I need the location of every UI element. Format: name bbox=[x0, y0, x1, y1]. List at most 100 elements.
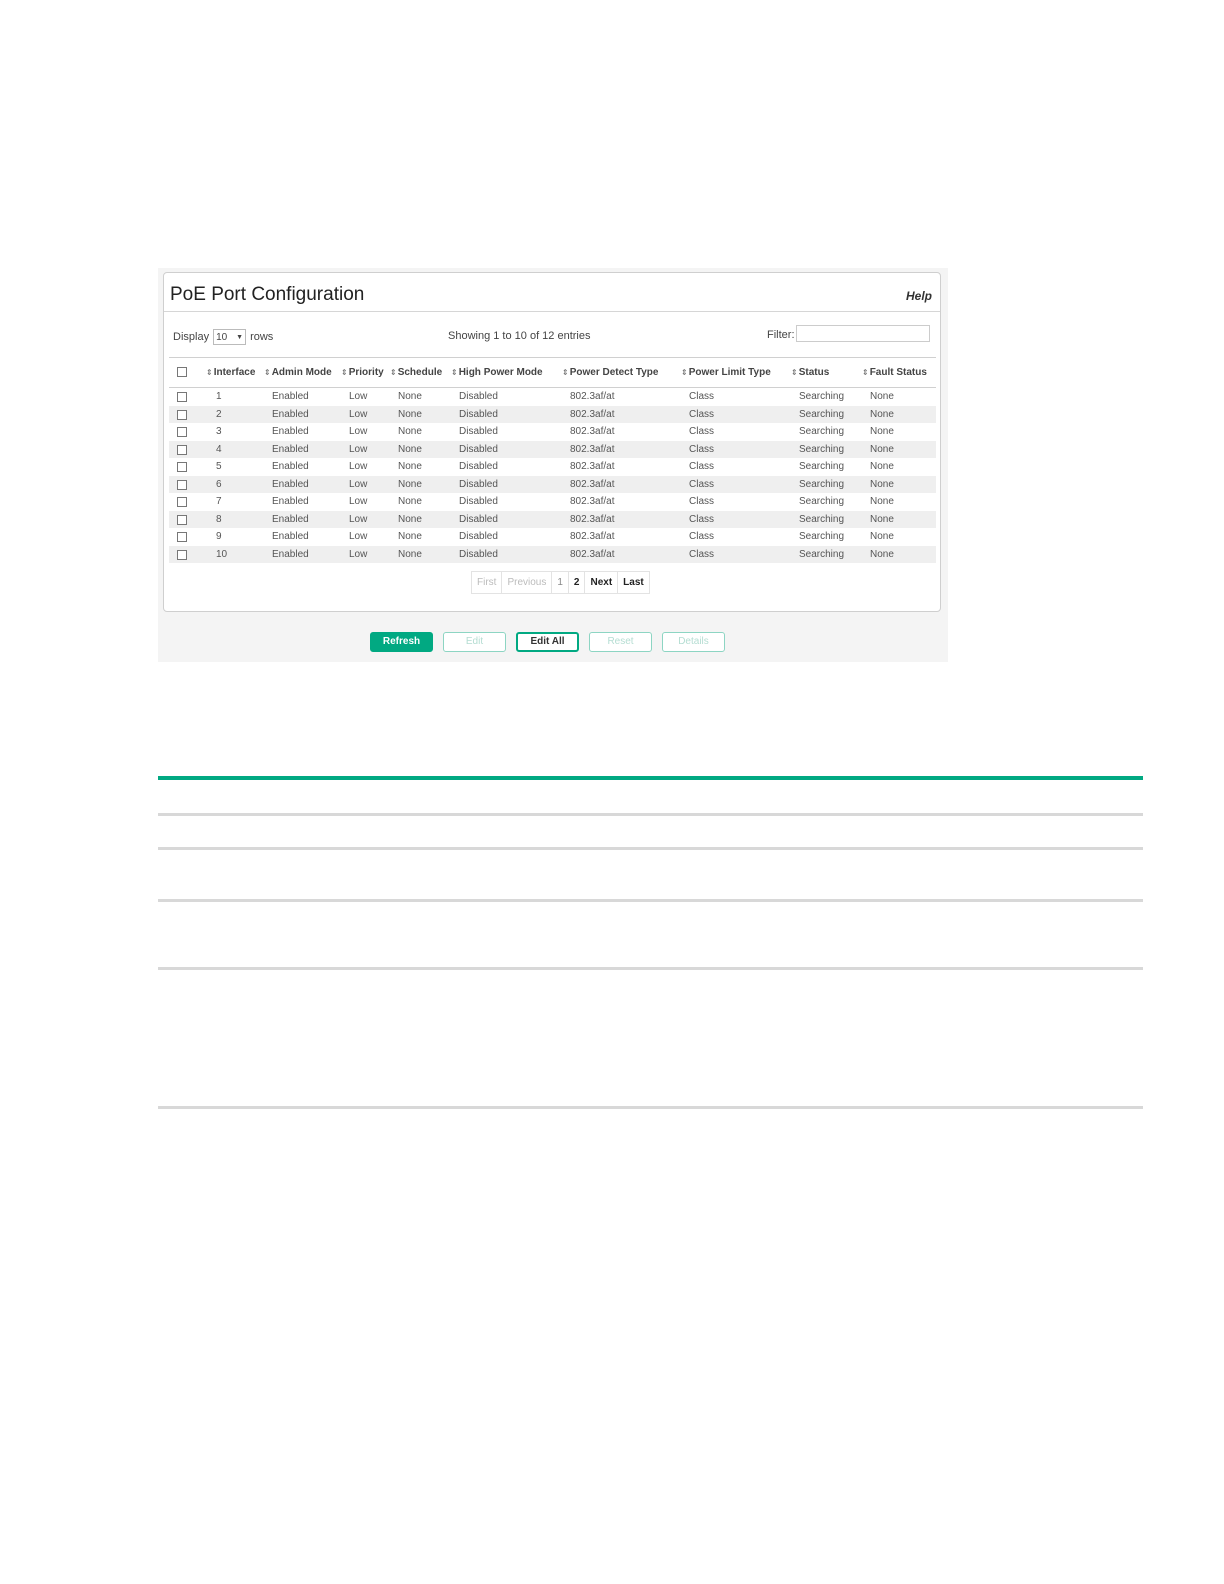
table-cell: None bbox=[398, 548, 422, 560]
column-header-label: Interface bbox=[213, 367, 256, 378]
filter-label: Filter: bbox=[767, 329, 795, 341]
table-cell: Disabled bbox=[459, 548, 498, 560]
table-divider-5 bbox=[158, 1106, 1143, 1109]
column-header[interactable]: ⇕Power Detect Type bbox=[562, 367, 658, 378]
table-cell: Enabled bbox=[272, 408, 309, 420]
column-header[interactable]: ⇕Admin Mode bbox=[264, 367, 332, 378]
table-row[interactable]: 2 Enabled Low None Disabled 802.3af/at Class Se… bbox=[169, 405, 936, 423]
table-cell: Searching bbox=[799, 513, 845, 525]
table-cell: Disabled bbox=[459, 408, 498, 420]
help-link[interactable]: Help bbox=[906, 289, 932, 303]
pager-last[interactable]: Last bbox=[618, 572, 649, 593]
table-row[interactable]: 4 Enabled Low None Disabled 802.3af/at Class Se… bbox=[169, 440, 936, 458]
column-header[interactable]: ⇕Fault Status bbox=[862, 367, 927, 378]
table-cell: Class bbox=[689, 513, 715, 525]
column-header[interactable]: ⇕Status bbox=[791, 367, 829, 378]
row-checkbox[interactable] bbox=[177, 497, 187, 507]
filter-input[interactable] bbox=[796, 325, 930, 342]
sort-arrows-icon: ⇕ bbox=[562, 368, 569, 377]
table-cell: Enabled bbox=[272, 391, 309, 402]
table-cell: Disabled bbox=[459, 443, 498, 455]
table-cell: None bbox=[870, 513, 894, 525]
table-cell: Searching bbox=[799, 531, 845, 542]
table-cell: None bbox=[870, 426, 894, 437]
row-checkbox[interactable] bbox=[177, 549, 187, 560]
table-cell: 802.3af/at bbox=[570, 443, 615, 455]
column-header[interactable]: ⇕High Power Mode bbox=[451, 367, 543, 378]
table-cell: Enabled bbox=[272, 496, 309, 507]
refresh-button[interactable]: Refresh bbox=[370, 632, 433, 652]
table-cell: 10 bbox=[216, 548, 228, 560]
table-cell: Low bbox=[349, 531, 368, 542]
table-cell: None bbox=[398, 426, 422, 437]
row-checkbox[interactable] bbox=[177, 427, 187, 437]
edit-button[interactable]: Edit bbox=[443, 632, 506, 652]
table-cell: Class bbox=[689, 391, 715, 402]
table-cell: None bbox=[398, 478, 422, 490]
table-cell: 6 bbox=[216, 478, 222, 490]
table-row[interactable]: 6 Enabled Low None Disabled 802.3af/at Class Se… bbox=[169, 475, 936, 493]
column-header[interactable]: ⇕Priority bbox=[341, 367, 384, 378]
reset-button[interactable]: Reset bbox=[589, 632, 652, 652]
row-checkbox[interactable] bbox=[177, 462, 187, 472]
column-header-label: Power Detect Type bbox=[569, 367, 659, 378]
table-row[interactable]: 5 Enabled Low None Disabled 802.3af/at Class Se… bbox=[169, 458, 936, 476]
table-cell: Searching bbox=[799, 478, 845, 490]
table-cell: 802.3af/at bbox=[570, 426, 615, 437]
table-cell: Class bbox=[689, 531, 715, 542]
table-row[interactable]: 9 Enabled Low None Disabled 802.3af/at Class Se… bbox=[169, 528, 936, 546]
table-row[interactable]: 10 Enabled Low None Disabled 802.3af/at Class S… bbox=[169, 545, 936, 563]
pager-page-2[interactable]: 2 bbox=[569, 572, 586, 593]
select-all-checkbox[interactable] bbox=[177, 367, 187, 377]
column-header[interactable]: ⇕Power Limit Type bbox=[681, 367, 771, 378]
table-cell: Low bbox=[349, 496, 368, 507]
table-cell: Low bbox=[349, 391, 368, 402]
table-cell: 802.3af/at bbox=[570, 531, 615, 542]
table-cell: Class bbox=[689, 443, 715, 455]
table-row[interactable]: 7 Enabled Low None Disabled 802.3af/at Class Se… bbox=[169, 493, 936, 511]
table-cell: 9 bbox=[216, 531, 222, 542]
table-cell: None bbox=[870, 531, 894, 542]
table-divider-4 bbox=[158, 967, 1143, 970]
table-cell: Enabled bbox=[272, 478, 309, 490]
row-checkbox[interactable] bbox=[177, 532, 187, 542]
column-header-label: Admin Mode bbox=[271, 367, 332, 378]
row-checkbox[interactable] bbox=[177, 514, 187, 525]
table-cell: None bbox=[870, 443, 894, 455]
table-cell: 802.3af/at bbox=[570, 496, 615, 507]
table-cell: 802.3af/at bbox=[570, 478, 615, 490]
table-row[interactable]: 3 Enabled Low None Disabled 802.3af/at Class Se… bbox=[169, 423, 936, 441]
details-button[interactable]: Details bbox=[662, 632, 725, 652]
pager-page-1[interactable]: 1 bbox=[552, 572, 569, 593]
page-title: PoE Port Configuration bbox=[170, 284, 365, 305]
table-row[interactable]: 1 Enabled Low None Disabled 802.3af/at Class Se… bbox=[169, 388, 936, 406]
table-header: ⇕Interface ⇕Admin Mode ⇕Priority ⇕Schedule ⇕… bbox=[169, 357, 936, 388]
table-cell: Enabled bbox=[272, 513, 309, 525]
row-checkbox[interactable] bbox=[177, 392, 187, 402]
rows-per-page-select[interactable]: 10 ▼ bbox=[213, 329, 247, 345]
edit-all-button[interactable]: Edit All bbox=[516, 632, 579, 652]
pager-next[interactable]: Next bbox=[585, 572, 619, 593]
pager-previous[interactable]: Previous bbox=[502, 572, 553, 593]
table-cell: 802.3af/at bbox=[570, 408, 615, 420]
row-checkbox[interactable] bbox=[177, 409, 187, 420]
table-cell: Disabled bbox=[459, 478, 498, 490]
row-checkbox[interactable] bbox=[177, 444, 187, 455]
column-header[interactable]: ⇕Schedule bbox=[390, 367, 442, 378]
table-cell: None bbox=[398, 531, 422, 542]
table-cell: Disabled bbox=[459, 496, 498, 507]
table-divider-1 bbox=[158, 813, 1143, 816]
pager-first[interactable]: First bbox=[472, 572, 503, 593]
table-cell: Class bbox=[689, 426, 715, 437]
row-checkbox[interactable] bbox=[177, 479, 187, 490]
table-cell: Enabled bbox=[272, 443, 309, 455]
table-cell: None bbox=[870, 408, 894, 420]
column-header-label: Fault Status bbox=[869, 367, 927, 378]
column-header[interactable]: ⇕Interface bbox=[206, 367, 255, 378]
table-cell: None bbox=[870, 461, 894, 472]
table-cell: Class bbox=[689, 461, 715, 472]
table-cell: Disabled bbox=[459, 426, 498, 437]
table-row[interactable]: 8 Enabled Low None Disabled 802.3af/at Class Se… bbox=[169, 510, 936, 528]
table-cell: 5 bbox=[216, 461, 222, 472]
table-cell: Low bbox=[349, 461, 368, 472]
